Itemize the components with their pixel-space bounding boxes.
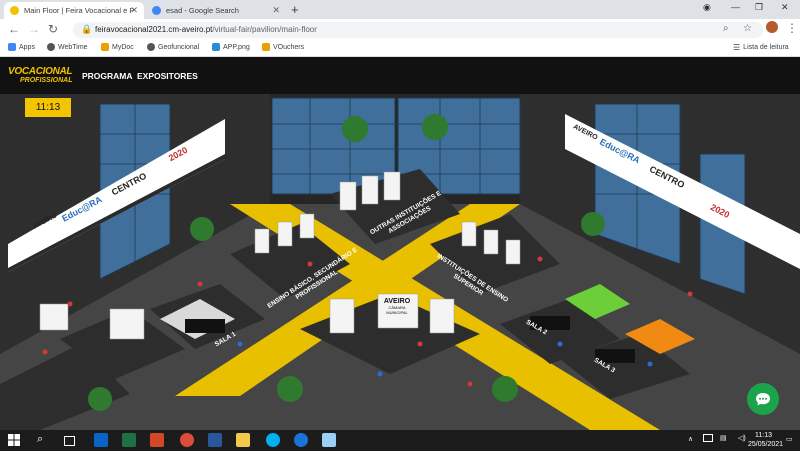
excel-icon[interactable] bbox=[122, 433, 136, 447]
tray-chevron-icon[interactable]: ∧ bbox=[688, 435, 693, 443]
windows-start-icon[interactable] bbox=[8, 433, 22, 447]
reading-list-button[interactable]: ☰ Lista de leitura bbox=[733, 43, 789, 52]
search-icon[interactable]: ⌕ bbox=[37, 433, 51, 447]
bookmark-vouchers[interactable]: VOuchers bbox=[262, 43, 304, 51]
site-favicon-icon bbox=[10, 6, 19, 15]
windows-taskbar: ⌕ ∧ ▤ ◁) 11:13 25/05/2021 ▭ bbox=[0, 430, 800, 450]
network-icon[interactable]: ▤ bbox=[720, 434, 727, 442]
lock-icon: 🔒 bbox=[81, 24, 93, 34]
site-header: VOCACIONAL PROFISSIONAL PROGRAMA EXPOSIT… bbox=[0, 57, 800, 94]
bookmark-app-png[interactable]: APP.png bbox=[212, 43, 250, 51]
forward-icon[interactable]: → bbox=[28, 22, 40, 36]
clock-display: 11:13 bbox=[25, 98, 71, 117]
edge-icon[interactable] bbox=[294, 433, 308, 447]
url-text: feiravocacional2021.cm-aveiro.pt/virtual… bbox=[95, 25, 317, 34]
zoom-icon[interactable]: ⌕ bbox=[723, 23, 729, 34]
profile-download-icon[interactable]: ◉ bbox=[703, 2, 711, 13]
profile-avatar[interactable] bbox=[766, 21, 778, 33]
image-file-icon bbox=[212, 43, 220, 51]
restore-icon[interactable]: ❐ bbox=[755, 2, 763, 13]
nav-programa[interactable]: PROGRAMA bbox=[82, 71, 133, 81]
tab-google-search[interactable]: esad - Google Search ✕ bbox=[146, 2, 286, 19]
notifications-icon[interactable]: ▭ bbox=[786, 435, 793, 443]
address-bar[interactable]: 🔒 feiravocacional2021.cm-aveiro.pt/virtu… bbox=[73, 22, 763, 38]
bookmark-star-icon[interactable]: ☆ bbox=[743, 23, 752, 34]
chat-bubble-icon bbox=[756, 393, 770, 406]
tab-main-floor[interactable]: Main Floor | Feira Vocacional e P ✕ bbox=[4, 2, 144, 19]
close-tab-icon[interactable]: ✕ bbox=[272, 5, 280, 16]
taskbar-date[interactable]: 25/05/2021 bbox=[748, 441, 783, 448]
new-tab-icon[interactable]: + bbox=[291, 2, 299, 17]
bookmark-geofuncional[interactable]: Geofuncional bbox=[147, 43, 199, 51]
nav-expositores[interactable]: EXPOSITORES bbox=[137, 71, 198, 81]
bookmark-webtime[interactable]: WebTime bbox=[47, 43, 88, 51]
tab-title: esad - Google Search bbox=[166, 6, 239, 15]
apps-grid-icon bbox=[8, 43, 16, 51]
fair-logo[interactable]: VOCACIONAL PROFISSIONAL bbox=[8, 63, 73, 87]
photos-icon[interactable] bbox=[322, 433, 336, 447]
browser-tab-strip: Main Floor | Feira Vocacional e P ✕ esad… bbox=[0, 0, 800, 19]
bookmark-apps[interactable]: Apps bbox=[8, 43, 35, 51]
close-tab-icon[interactable]: ✕ bbox=[130, 5, 138, 16]
volume-icon[interactable]: ◁) bbox=[738, 434, 746, 442]
folder-icon bbox=[101, 43, 109, 51]
skype-icon[interactable] bbox=[266, 433, 280, 447]
chat-button[interactable] bbox=[747, 383, 779, 415]
taskbar-time[interactable]: 11:13 bbox=[755, 432, 772, 439]
file-explorer-icon[interactable] bbox=[236, 433, 250, 447]
bookmarks-bar: Apps WebTime MyDoc Geofuncional APP.png … bbox=[0, 41, 800, 57]
bookmark-mydoc[interactable]: MyDoc bbox=[101, 43, 134, 51]
camara-municipal-booth[interactable]: AVEIRO CÂMARA MUNICIPAL bbox=[380, 298, 414, 315]
close-window-icon[interactable]: ✕ bbox=[781, 2, 789, 13]
minimize-icon[interactable]: — bbox=[731, 2, 740, 12]
folder-icon bbox=[262, 43, 270, 51]
logo-line-1: VOCACIONAL bbox=[8, 66, 73, 77]
globe-icon bbox=[147, 43, 155, 51]
pavilion-illustration bbox=[0, 94, 800, 430]
powerpoint-icon[interactable] bbox=[150, 433, 164, 447]
tab-title: Main Floor | Feira Vocacional e P bbox=[24, 6, 135, 15]
outlook-icon[interactable] bbox=[94, 433, 108, 447]
logo-line-2: PROFISSIONAL bbox=[20, 77, 73, 84]
booth-sign-camara: CÂMARA MUNICIPAL bbox=[386, 305, 408, 315]
globe-icon bbox=[47, 43, 55, 51]
chrome-icon[interactable] bbox=[180, 433, 194, 447]
browser-toolbar: ← → ↻ 🔒 feiravocacional2021.cm-aveiro.pt… bbox=[0, 19, 800, 41]
virtual-pavilion-floor: AVEIRO Educ@RA CENTRO 2020 AVEIRO Educ@R… bbox=[0, 94, 800, 430]
reading-list-icon: ☰ bbox=[733, 43, 741, 52]
back-icon[interactable]: ← bbox=[8, 22, 20, 36]
battery-icon[interactable] bbox=[703, 434, 713, 442]
booth-sign-aveiro: AVEIRO bbox=[383, 298, 411, 305]
word-icon[interactable] bbox=[208, 433, 222, 447]
google-favicon-icon bbox=[152, 6, 161, 15]
reload-icon[interactable]: ↻ bbox=[48, 22, 58, 36]
menu-icon[interactable]: ⋮ bbox=[786, 21, 798, 35]
task-view-icon[interactable] bbox=[64, 436, 75, 446]
